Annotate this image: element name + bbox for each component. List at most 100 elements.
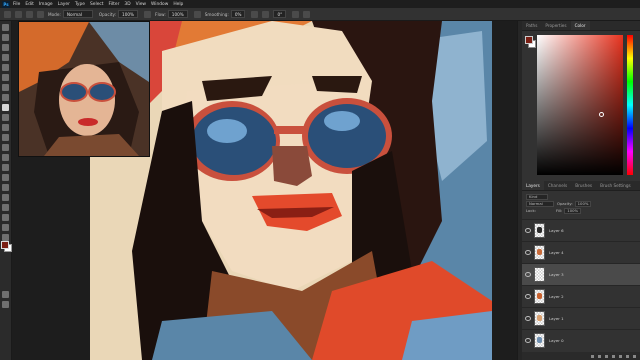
- lasso-tool-icon[interactable]: [2, 44, 9, 51]
- flow-input[interactable]: 100%: [167, 10, 188, 18]
- foreground-color-swatch[interactable]: [1, 241, 9, 249]
- tab-paths[interactable]: Paths: [522, 21, 541, 30]
- layer-row-4[interactable]: Layer 4: [522, 241, 640, 263]
- layer-name: Layer 2: [549, 294, 564, 299]
- visibility-eye-icon[interactable]: [525, 338, 531, 343]
- home-icon[interactable]: [4, 10, 11, 18]
- menu-help[interactable]: Help: [173, 2, 183, 7]
- color-panel-tabs: Paths Properties Color: [522, 21, 640, 31]
- healing-tool-icon[interactable]: [2, 94, 9, 101]
- color-foreground-swatch[interactable]: [525, 36, 533, 44]
- fill-input[interactable]: 100%: [564, 207, 582, 214]
- tab-brushes[interactable]: Brushes: [571, 181, 596, 190]
- layer-thumbnail: [534, 289, 545, 304]
- quick-mask-icon[interactable]: [2, 291, 9, 298]
- layer-row-2[interactable]: Layer 2: [522, 285, 640, 307]
- pen-tool-icon[interactable]: [2, 174, 9, 181]
- tab-layers[interactable]: Layers: [522, 181, 544, 190]
- new-layer-icon[interactable]: [626, 354, 629, 358]
- eyedropper-tool-icon[interactable]: [2, 84, 9, 91]
- layer-style-icon[interactable]: [598, 354, 601, 358]
- visibility-eye-icon[interactable]: [525, 272, 531, 277]
- brush-settings-icon[interactable]: [37, 10, 44, 18]
- brush-tool-icon[interactable]: [15, 10, 22, 18]
- layer-kind-filter[interactable]: Kind: [526, 193, 548, 200]
- tab-properties[interactable]: Properties: [541, 21, 570, 30]
- blend-mode-select[interactable]: Normal: [526, 200, 554, 207]
- menu-bar: Ps File Edit Image Layer Type Select Fil…: [0, 0, 640, 8]
- opacity-label: Opacity:: [98, 11, 117, 17]
- brush-tool-icon[interactable]: [2, 104, 9, 111]
- link-layers-icon[interactable]: [591, 354, 594, 358]
- menu-file[interactable]: File: [13, 2, 20, 7]
- crop-tool-icon[interactable]: [2, 64, 9, 71]
- zoom-tool-icon[interactable]: [2, 224, 9, 231]
- adjustment-layer-icon[interactable]: [612, 354, 615, 358]
- menu-edit[interactable]: Edit: [25, 2, 34, 7]
- layers-panel-tabs: Layers Channels Brushes Brush Settings: [522, 181, 640, 191]
- layer-name: Layer 6: [549, 228, 564, 233]
- lock-label: Lock:: [526, 208, 536, 213]
- menu-layer[interactable]: Layer: [58, 2, 70, 7]
- mode-select[interactable]: Normal: [62, 10, 93, 18]
- visibility-eye-icon[interactable]: [525, 250, 531, 255]
- frame-tool-icon[interactable]: [2, 74, 9, 81]
- visibility-eye-icon[interactable]: [525, 228, 531, 233]
- menu-3d[interactable]: 3D: [124, 2, 130, 7]
- hue-slider[interactable]: [627, 35, 633, 175]
- right-panel: Paths Properties Color Layers Channels B…: [522, 21, 640, 360]
- gradient-tool-icon[interactable]: [2, 144, 9, 151]
- brush-preset-icon[interactable]: [26, 10, 33, 18]
- tab-color[interactable]: Color: [570, 21, 590, 30]
- history-brush-tool-icon[interactable]: [2, 124, 9, 131]
- layer-thumbnail: [534, 223, 545, 238]
- opacity-input[interactable]: 100%: [118, 10, 139, 18]
- layer-opacity-input[interactable]: 100%: [574, 200, 592, 207]
- smoothing-options-icon[interactable]: [251, 10, 259, 18]
- move-tool-icon[interactable]: [2, 24, 9, 31]
- path-select-tool-icon[interactable]: [2, 194, 9, 201]
- add-mask-icon[interactable]: [605, 354, 608, 358]
- menu-image[interactable]: Image: [39, 2, 53, 7]
- layer-row-1[interactable]: Layer 1: [522, 307, 640, 329]
- layer-row-3[interactable]: Layer 3: [522, 263, 640, 285]
- type-tool-icon[interactable]: [2, 184, 9, 191]
- layer-name: Layer 0: [549, 338, 564, 343]
- eraser-tool-icon[interactable]: [2, 134, 9, 141]
- pressure-size-icon[interactable]: [292, 10, 300, 18]
- visibility-eye-icon[interactable]: [525, 294, 531, 299]
- pressure-opacity-icon[interactable]: [144, 10, 152, 18]
- menu-filter[interactable]: Filter: [109, 2, 120, 7]
- menu-view[interactable]: View: [136, 2, 146, 7]
- fill-label: Fill:: [555, 208, 563, 213]
- symmetry-icon[interactable]: [303, 10, 311, 18]
- airbrush-icon[interactable]: [193, 10, 201, 18]
- blur-tool-icon[interactable]: [2, 154, 9, 161]
- clone-stamp-tool-icon[interactable]: [2, 114, 9, 121]
- menu-type[interactable]: Type: [75, 2, 85, 7]
- smoothing-input[interactable]: 0%: [230, 10, 246, 18]
- new-group-icon[interactable]: [619, 354, 622, 358]
- dodge-tool-icon[interactable]: [2, 164, 9, 171]
- flow-label: Flow:: [155, 11, 166, 17]
- more-tools-icon[interactable]: [2, 234, 9, 241]
- visibility-eye-icon[interactable]: [525, 316, 531, 321]
- color-panel: [522, 31, 640, 181]
- color-picker-handle[interactable]: [599, 112, 604, 117]
- rectangle-tool-icon[interactable]: [2, 204, 9, 211]
- marquee-tool-icon[interactable]: [2, 34, 9, 41]
- tab-channels[interactable]: Channels: [544, 181, 571, 190]
- reference-thumbnail[interactable]: [18, 21, 150, 157]
- trash-icon[interactable]: [633, 354, 636, 358]
- menu-window[interactable]: Window: [151, 2, 168, 7]
- saturation-brightness-field[interactable]: [537, 35, 623, 175]
- quick-select-tool-icon[interactable]: [2, 54, 9, 61]
- layer-row-0[interactable]: Layer 0: [522, 329, 640, 351]
- tab-brush-settings[interactable]: Brush Settings: [596, 181, 635, 190]
- menu-select[interactable]: Select: [90, 2, 104, 7]
- blend-row: Normal Opacity: 100%: [522, 200, 640, 207]
- hand-tool-icon[interactable]: [2, 214, 9, 221]
- layer-row-6[interactable]: Layer 6: [522, 219, 640, 241]
- angle-input[interactable]: 0°: [273, 10, 287, 18]
- screen-mode-icon[interactable]: [2, 301, 9, 308]
